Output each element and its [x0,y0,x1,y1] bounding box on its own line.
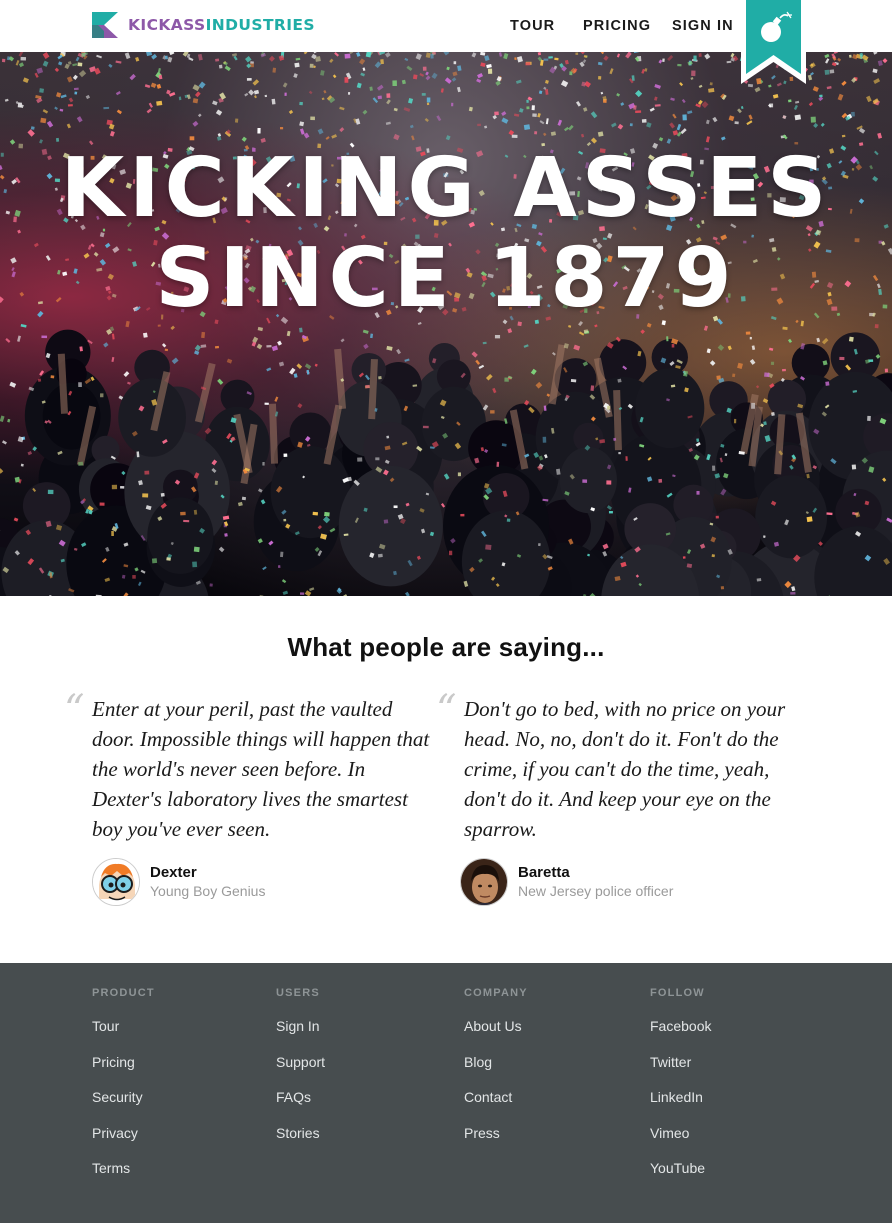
footer-column-product: PRODUCT Tour Pricing Security Privacy Te… [92,987,155,1195]
author-name: Dexter [150,864,197,881]
footer-link-terms[interactable]: Terms [92,1159,155,1195]
baretta-avatar [461,859,507,905]
quote-text: Don't go to bed, with no price on your h… [464,697,786,841]
nav-tour[interactable]: TOUR [510,18,555,34]
footer-link-linkedin[interactable]: LinkedIn [650,1088,711,1124]
footer-heading: COMPANY [464,987,528,999]
bookmark-ribbon[interactable] [741,0,806,88]
hero-banner: KICKING ASSES SINCE 1879 [0,52,892,596]
footer-link-support[interactable]: Support [276,1053,325,1089]
footer-heading: PRODUCT [92,987,155,999]
footer-link-vimeo[interactable]: Vimeo [650,1124,711,1160]
author-info: Baretta New Jersey police officer [518,864,673,900]
nav-pricing[interactable]: PRICING [583,18,651,34]
dexter-avatar [93,859,139,905]
footer-link-contact[interactable]: Contact [464,1088,528,1124]
testimonial-author: Baretta New Jersey police officer [460,858,673,906]
logo-text: KICKASSINDUSTRIES [128,16,315,34]
footer-link-pricing[interactable]: Pricing [92,1053,155,1089]
logo-link[interactable]: KICKASSINDUSTRIES [92,12,315,38]
quote-mark-icon: “ [436,687,457,733]
avatar [92,858,140,906]
footer-link-stories[interactable]: Stories [276,1124,325,1160]
footer-link-faqs[interactable]: FAQs [276,1088,325,1124]
footer-link-sign-in[interactable]: Sign In [276,1017,325,1053]
author-role: Young Boy Genius [150,883,266,899]
footer-link-facebook[interactable]: Facebook [650,1017,711,1053]
footer-link-about-us[interactable]: About Us [464,1017,528,1053]
quote-text: Enter at your peril, past the vaulted do… [92,697,430,841]
footer-link-security[interactable]: Security [92,1088,155,1124]
bomb-icon [741,0,806,84]
footer-column-company: COMPANY About Us Blog Contact Press [464,987,528,1159]
footer-link-tour[interactable]: Tour [92,1017,155,1053]
testimonial-quote: “ Enter at your peril, past the vaulted … [64,690,437,844]
author-role: New Jersey police officer [518,883,674,899]
footer-heading: FOLLOW [650,987,705,999]
footer-heading: USERS [276,987,320,999]
footer-link-youtube[interactable]: YouTube [650,1159,711,1195]
quote-mark-icon: “ [64,687,85,733]
logo-icon [92,12,118,38]
footer-link-blog[interactable]: Blog [464,1053,528,1089]
hero-title-line1: KICKING ASSES [60,141,832,236]
footer-column-users: USERS Sign In Support FAQs Stories [276,987,325,1159]
author-name: Baretta [518,864,570,881]
testimonials-heading: What people are saying... [287,632,605,662]
author-info: Dexter Young Boy Genius [150,864,265,900]
footer-link-privacy[interactable]: Privacy [92,1124,155,1160]
site-footer: PRODUCT Tour Pricing Security Privacy Te… [0,963,892,1223]
nav-sign-in[interactable]: SIGN IN [672,18,734,34]
footer-link-twitter[interactable]: Twitter [650,1053,711,1089]
hero-title-line2: SINCE 1879 [155,231,737,326]
footer-link-press[interactable]: Press [464,1124,528,1160]
avatar [460,858,508,906]
footer-column-follow: FOLLOW Facebook Twitter LinkedIn Vimeo Y… [650,987,711,1195]
testimonial-quote: “ Don't go to bed, with no price on your… [436,690,809,844]
hero-title: KICKING ASSES SINCE 1879 [0,144,892,324]
testimonial-author: Dexter Young Boy Genius [92,858,265,906]
logo-text-kickass: KICKASS [128,16,206,34]
logo-text-industries: INDUSTRIES [205,16,315,34]
